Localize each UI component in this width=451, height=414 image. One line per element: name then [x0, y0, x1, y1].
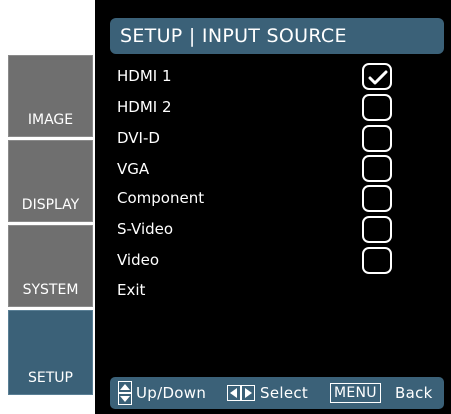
exit-item[interactable]: Exit	[117, 281, 145, 299]
back-hint: Back	[395, 384, 433, 402]
checkbox-vga[interactable]	[362, 155, 392, 182]
tab-setup[interactable]: SETUP	[8, 310, 93, 395]
tab-display[interactable]: DISPLAY	[8, 140, 93, 222]
tab-label: DISPLAY	[21, 197, 80, 213]
checkbox-svideo[interactable]	[362, 216, 392, 243]
checkbox-dvid[interactable]	[362, 125, 392, 152]
osd-panel	[95, 0, 451, 414]
checkbox-component[interactable]	[362, 185, 392, 212]
source-item-component[interactable]: Component	[117, 189, 204, 207]
source-item-svideo[interactable]: S-Video	[117, 220, 173, 238]
tab-label: SYSTEM	[22, 282, 79, 298]
tab-system[interactable]: SYSTEM	[8, 225, 93, 307]
source-item-dvid[interactable]: DVI-D	[117, 129, 160, 147]
source-item-hdmi1[interactable]: HDMI 1	[117, 67, 172, 85]
checkbox-video[interactable]	[362, 247, 392, 274]
source-item-vga[interactable]: VGA	[117, 160, 149, 178]
checkmark-icon	[368, 70, 388, 85]
tab-image[interactable]: IMAGE	[8, 55, 93, 137]
menu-key: MENU	[330, 383, 381, 403]
up-down-arrows-icon	[118, 381, 132, 405]
left-right-arrows-icon	[227, 385, 255, 401]
page-title: SETUP | INPUT SOURCE	[110, 18, 444, 54]
source-item-hdmi2[interactable]: HDMI 2	[117, 98, 172, 116]
updown-hint: Up/Down	[136, 384, 207, 402]
tab-label: IMAGE	[27, 112, 74, 128]
source-item-video[interactable]: Video	[117, 251, 159, 269]
select-hint: Select	[260, 384, 309, 402]
checkbox-hdmi1[interactable]	[362, 63, 392, 90]
footer-hint-bar: Up/Down Select MENU Back	[110, 377, 444, 409]
checkbox-hdmi2[interactable]	[362, 94, 392, 121]
tab-label: SETUP	[28, 370, 73, 386]
